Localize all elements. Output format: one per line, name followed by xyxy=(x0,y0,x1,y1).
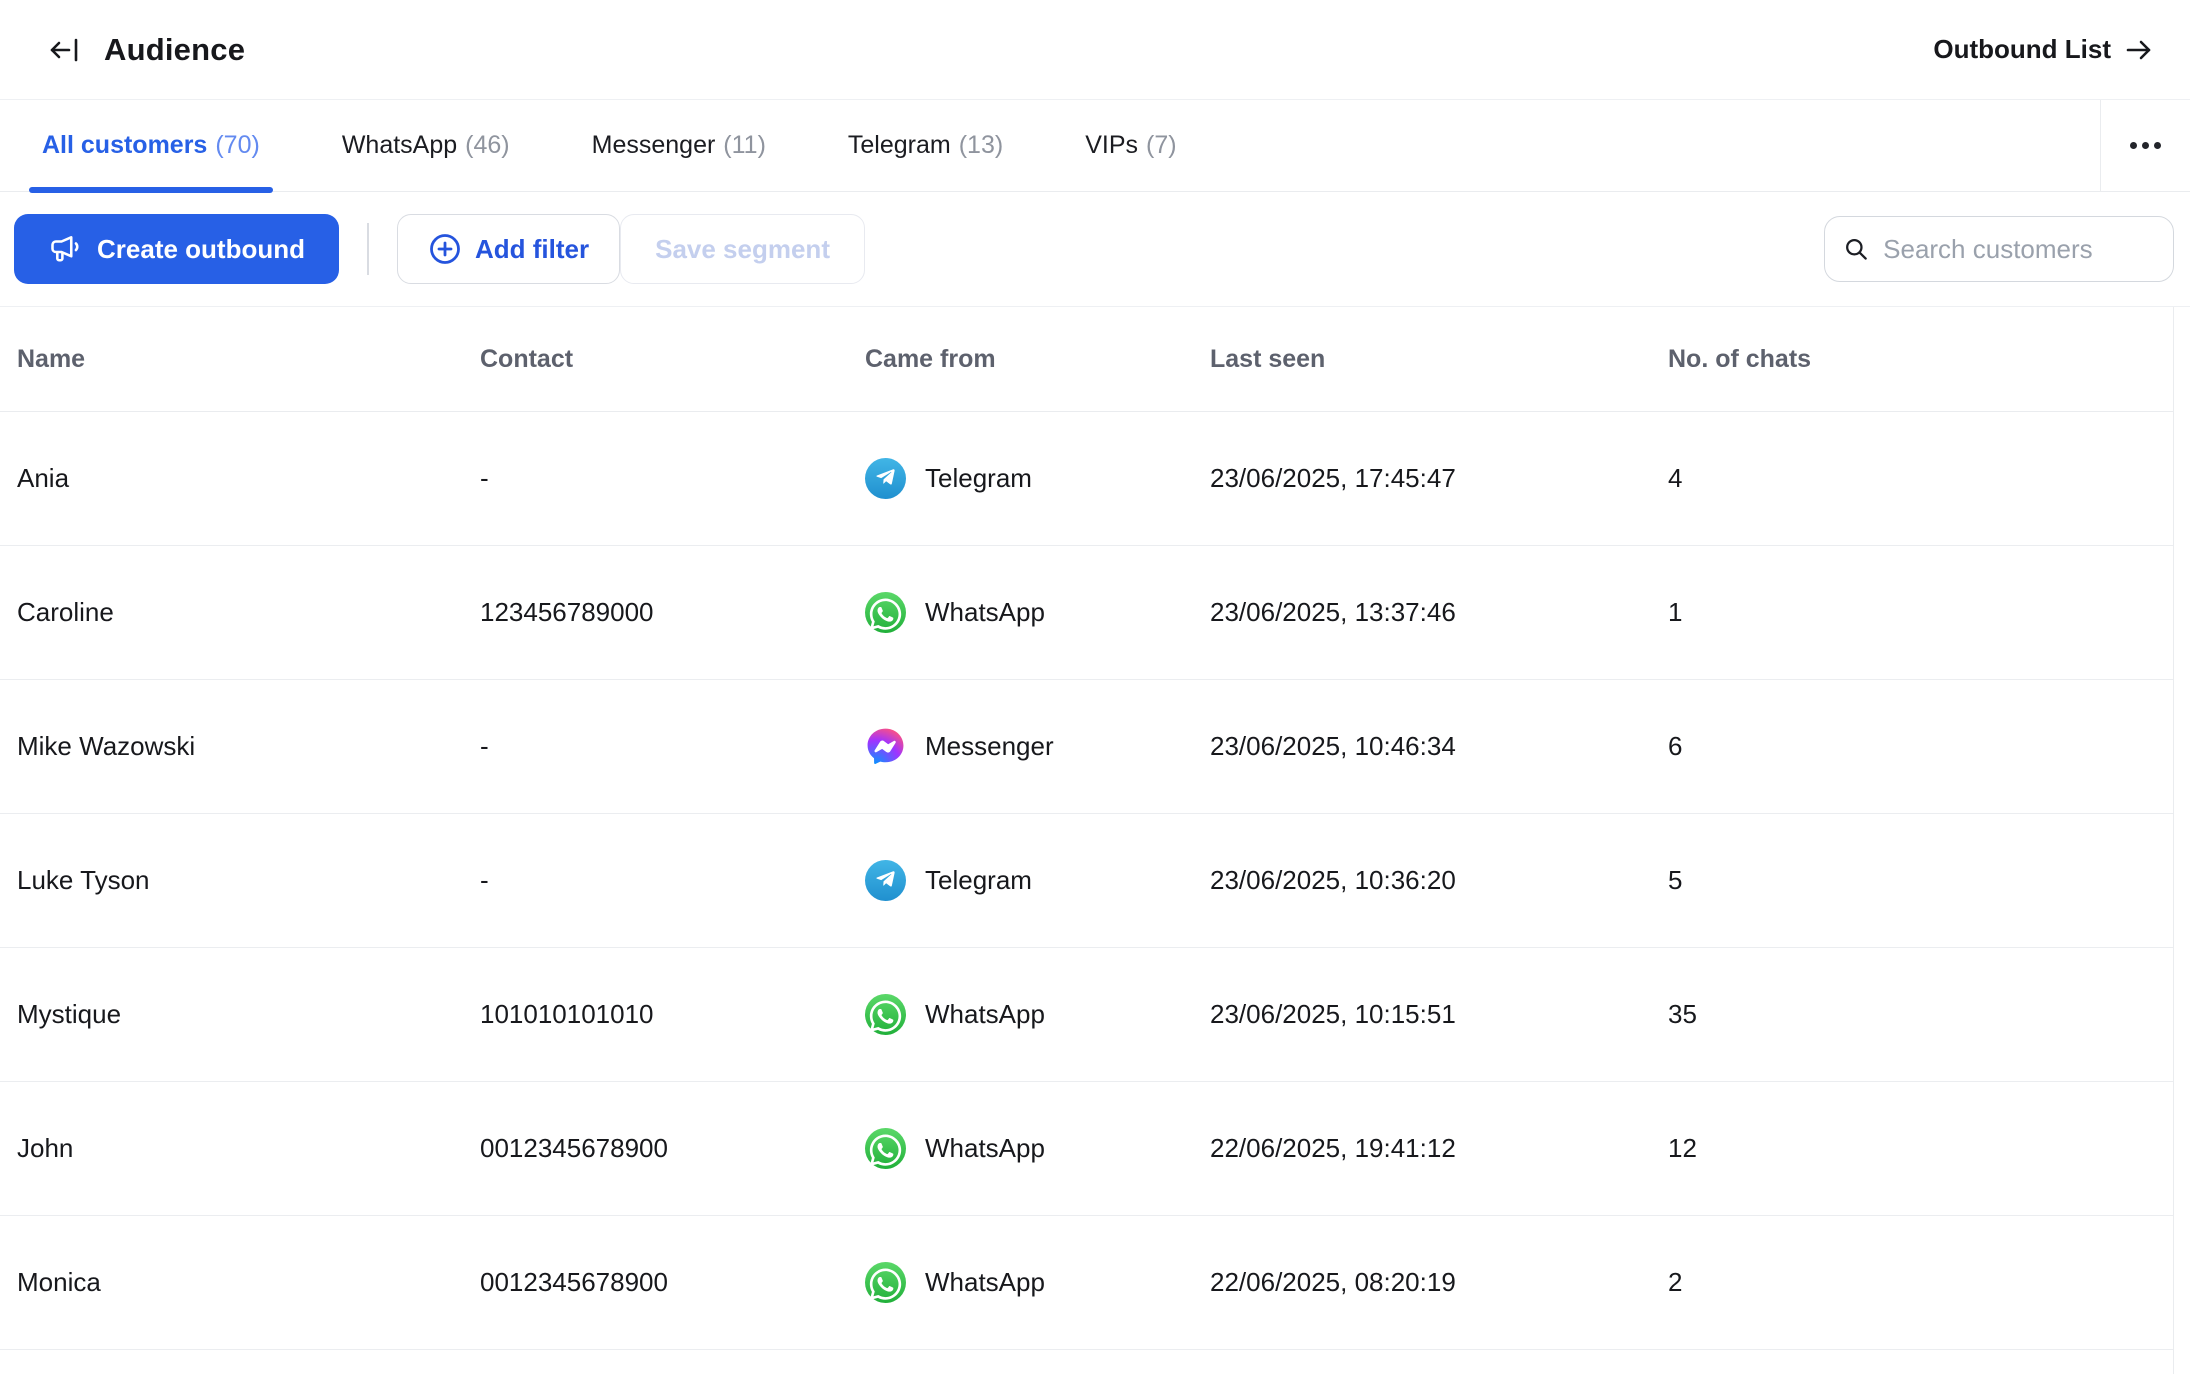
cell-came-from: Messenger xyxy=(865,726,1210,767)
tabs-more-area xyxy=(2100,100,2190,191)
search-input[interactable] xyxy=(1883,234,2155,265)
whatsapp-icon xyxy=(865,592,906,633)
cell-contact: 123456789000 xyxy=(480,597,865,628)
cell-no-of-chats: 2 xyxy=(1668,1267,2173,1298)
channel-label: WhatsApp xyxy=(925,1133,1045,1164)
whatsapp-icon xyxy=(865,1128,906,1169)
cell-last-seen: 23/06/2025, 10:36:20 xyxy=(1210,865,1668,896)
tab-messenger[interactable]: Messenger (11) xyxy=(579,100,779,191)
cell-name: John xyxy=(17,1133,480,1164)
channel-label: WhatsApp xyxy=(925,597,1045,628)
cell-name: Caroline xyxy=(17,597,480,628)
cell-last-seen: 22/06/2025, 08:20:19 xyxy=(1210,1267,1668,1298)
cell-name: Mystique xyxy=(17,999,480,1030)
search-icon xyxy=(1843,234,1869,264)
whatsapp-icon xyxy=(865,1262,906,1303)
column-header-no-of-chats: No. of chats xyxy=(1668,345,2173,374)
cell-no-of-chats: 1 xyxy=(1668,597,2173,628)
arrow-right-icon xyxy=(2123,34,2155,66)
tab-telegram[interactable]: Telegram (13) xyxy=(835,100,1016,191)
cell-contact: - xyxy=(480,463,865,494)
cell-name: Luke Tyson xyxy=(17,865,480,896)
cell-last-seen: 22/06/2025, 19:41:12 xyxy=(1210,1133,1668,1164)
table-row[interactable]: Caroline 123456789000 WhatsApp 23/06/202… xyxy=(0,546,2173,680)
table-row[interactable]: Mystique 101010101010 WhatsApp 23/06/202… xyxy=(0,948,2173,1082)
tab-vips[interactable]: VIPs (7) xyxy=(1072,100,1189,191)
column-header-contact: Contact xyxy=(480,345,865,374)
cell-no-of-chats: 5 xyxy=(1668,865,2173,896)
toolbar: Create outbound Add filter Save segment xyxy=(0,192,2190,307)
table-row[interactable]: Monica 0012345678900 WhatsApp 22/06/2025… xyxy=(0,1216,2173,1350)
save-segment-button[interactable]: Save segment xyxy=(620,214,865,284)
toolbar-divider xyxy=(367,223,369,275)
tab-whatsapp[interactable]: WhatsApp (46) xyxy=(329,100,523,191)
channel-label: Telegram xyxy=(925,865,1032,896)
cell-came-from: Telegram xyxy=(865,458,1210,499)
top-bar: Audience Outbound List xyxy=(0,0,2190,100)
tabs-bar: All customers (70) WhatsApp (46) Messeng… xyxy=(0,100,2190,192)
cell-came-from: WhatsApp xyxy=(865,994,1210,1035)
cell-came-from: WhatsApp xyxy=(865,1128,1210,1169)
cell-contact: 0012345678900 xyxy=(480,1267,865,1298)
telegram-icon xyxy=(865,860,906,901)
back-button[interactable] xyxy=(38,24,90,76)
add-filter-button[interactable]: Add filter xyxy=(397,214,620,284)
channel-label: WhatsApp xyxy=(925,1267,1045,1298)
cell-came-from: Telegram xyxy=(865,860,1210,901)
column-header-came-from: Came from xyxy=(865,345,1210,374)
add-filter-label: Add filter xyxy=(475,234,589,265)
cell-contact: 101010101010 xyxy=(480,999,865,1030)
table-row[interactable]: Mike Wazowski - Messenger 23/06/2025, 10… xyxy=(0,680,2173,814)
cell-name: Monica xyxy=(17,1267,480,1298)
column-header-last-seen: Last seen xyxy=(1210,345,1668,374)
outbound-list-label: Outbound List xyxy=(1933,34,2111,65)
cell-last-seen: 23/06/2025, 13:37:46 xyxy=(1210,597,1668,628)
table-body: Ania - Telegram 23/06/2025, 17:45:47 4 C… xyxy=(0,412,2173,1350)
table-row[interactable]: John 0012345678900 WhatsApp 22/06/2025, … xyxy=(0,1082,2173,1216)
plus-circle-icon xyxy=(428,232,462,266)
channel-label: Telegram xyxy=(925,463,1032,494)
cell-no-of-chats: 4 xyxy=(1668,463,2173,494)
cell-no-of-chats: 12 xyxy=(1668,1133,2173,1164)
search-box xyxy=(1824,216,2174,282)
cell-name: Ania xyxy=(17,463,480,494)
messenger-icon xyxy=(865,726,906,767)
telegram-icon xyxy=(865,458,906,499)
cell-contact: - xyxy=(480,731,865,762)
cell-last-seen: 23/06/2025, 10:15:51 xyxy=(1210,999,1668,1030)
megaphone-icon xyxy=(48,231,84,267)
channel-label: Messenger xyxy=(925,731,1054,762)
cell-contact: - xyxy=(480,865,865,896)
create-outbound-button[interactable]: Create outbound xyxy=(14,214,339,284)
column-header-name: Name xyxy=(17,345,480,374)
cell-no-of-chats: 35 xyxy=(1668,999,2173,1030)
page-title: Audience xyxy=(104,32,245,68)
cell-last-seen: 23/06/2025, 17:45:47 xyxy=(1210,463,1668,494)
create-outbound-label: Create outbound xyxy=(97,234,305,265)
cell-came-from: WhatsApp xyxy=(865,592,1210,633)
ellipsis-icon[interactable] xyxy=(2120,128,2171,163)
outbound-list-link[interactable]: Outbound List xyxy=(1933,34,2155,66)
tabs: All customers (70) WhatsApp (46) Messeng… xyxy=(29,100,1190,191)
channel-label: WhatsApp xyxy=(925,999,1045,1030)
cell-contact: 0012345678900 xyxy=(480,1133,865,1164)
tab-all-customers[interactable]: All customers (70) xyxy=(29,100,273,191)
table-row[interactable]: Luke Tyson - Telegram 23/06/2025, 10:36:… xyxy=(0,814,2173,948)
collapse-left-icon xyxy=(44,30,84,70)
cell-came-from: WhatsApp xyxy=(865,1262,1210,1303)
customers-table: Name Contact Came from Last seen No. of … xyxy=(0,307,2174,1374)
table-row[interactable]: Ania - Telegram 23/06/2025, 17:45:47 4 xyxy=(0,412,2173,546)
cell-no-of-chats: 6 xyxy=(1668,731,2173,762)
table-header: Name Contact Came from Last seen No. of … xyxy=(0,307,2173,412)
cell-last-seen: 23/06/2025, 10:46:34 xyxy=(1210,731,1668,762)
cell-name: Mike Wazowski xyxy=(17,731,480,762)
save-segment-label: Save segment xyxy=(655,234,830,265)
whatsapp-icon xyxy=(865,994,906,1035)
audience-page: Audience Outbound List All customers (70… xyxy=(0,0,2190,1374)
